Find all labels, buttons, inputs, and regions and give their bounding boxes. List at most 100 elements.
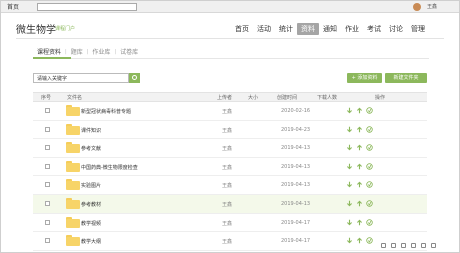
uploader: 王鑫 bbox=[222, 164, 233, 171]
uploader: 王鑫 bbox=[222, 239, 233, 246]
edit-icon[interactable] bbox=[366, 107, 373, 114]
row-checkbox[interactable] bbox=[45, 200, 50, 206]
download-icon[interactable] bbox=[346, 200, 353, 207]
table-row[interactable]: 实验图片 王鑫 2019-04-13 bbox=[33, 176, 427, 195]
upload-icon[interactable] bbox=[356, 181, 363, 188]
table-row[interactable]: 中国药典-微生物限度检查 王鑫 2019-04-13 bbox=[33, 158, 427, 177]
upload-icon[interactable] bbox=[356, 200, 363, 207]
download-icon[interactable] bbox=[346, 237, 353, 244]
tab-question-bank[interactable]: 题库 bbox=[67, 47, 87, 56]
edit-icon[interactable] bbox=[366, 200, 373, 207]
toolbar-icon[interactable] bbox=[381, 243, 386, 248]
nav-homework[interactable]: 作业 bbox=[341, 23, 363, 35]
download-icon[interactable] bbox=[346, 126, 353, 133]
tab-exam-bank[interactable]: 试卷库 bbox=[116, 47, 142, 56]
uploader: 王鑫 bbox=[222, 183, 233, 190]
created-date: 2019-04-17 bbox=[281, 219, 311, 226]
col-downloads: 下载人数 bbox=[317, 95, 338, 101]
edit-icon[interactable] bbox=[366, 163, 373, 170]
uploader: 王鑫 bbox=[222, 146, 233, 153]
table-row[interactable]: 课件知识 王鑫 2019-04-23 bbox=[33, 121, 427, 140]
toolbar-icon[interactable] bbox=[401, 243, 406, 248]
uploader: 王鑫 bbox=[222, 220, 233, 227]
uploader: 王鑫 bbox=[222, 109, 233, 115]
upload-icon[interactable] bbox=[356, 126, 363, 133]
row-checkbox[interactable] bbox=[45, 163, 50, 169]
download-icon[interactable] bbox=[346, 107, 353, 114]
row-checkbox[interactable] bbox=[45, 238, 50, 244]
file-name[interactable]: 教学大纲 bbox=[81, 238, 101, 245]
active-tab-indicator bbox=[33, 57, 71, 59]
table-row[interactable]: 教学大纲 王鑫 2019-04-17 bbox=[33, 232, 427, 251]
nav-manage[interactable]: 管理 bbox=[407, 23, 429, 35]
file-name[interactable]: 教学视频 bbox=[81, 220, 101, 227]
row-checkbox[interactable] bbox=[45, 219, 50, 225]
nav-home[interactable]: 首页 bbox=[231, 23, 253, 35]
main-nav: 首页 活动 统计 资料 通知 作业 考试 讨论 管理 bbox=[231, 23, 429, 35]
table-row[interactable]: 参考文献 王鑫 2019-04-13 bbox=[33, 139, 427, 158]
upload-icon[interactable] bbox=[356, 237, 363, 244]
keyword-search-input[interactable]: 请输入关键字 bbox=[33, 73, 129, 83]
row-checkbox[interactable] bbox=[45, 126, 50, 132]
col-index: 序号 bbox=[41, 95, 52, 101]
table-row[interactable]: 新型冠状病毒科普专题 王鑫 2020-02-16 bbox=[33, 102, 427, 121]
tab-homework-bank[interactable]: 作业库 bbox=[88, 47, 114, 56]
upload-icon[interactable] bbox=[356, 144, 363, 151]
toolbar-icon[interactable] bbox=[391, 243, 396, 248]
download-icon[interactable] bbox=[346, 181, 353, 188]
header-divider bbox=[16, 38, 444, 39]
avatar[interactable] bbox=[413, 3, 421, 11]
home-link[interactable]: 首页 bbox=[7, 2, 19, 11]
tab-course-materials[interactable]: 课程资料 bbox=[33, 47, 65, 56]
table-row[interactable]: 参考教材 王鑫 2019-04-13 bbox=[33, 194, 427, 214]
created-date: 2019-04-13 bbox=[281, 200, 311, 207]
nav-notice[interactable]: 通知 bbox=[319, 23, 341, 35]
file-name[interactable]: 参考教材 bbox=[81, 201, 101, 208]
nav-exam[interactable]: 考试 bbox=[363, 23, 385, 35]
edit-icon[interactable] bbox=[366, 144, 373, 151]
folder-icon bbox=[66, 179, 80, 191]
sub-tabs: 课程资料 | 题库 | 作业库 | 试卷库 bbox=[33, 47, 142, 57]
folder-icon bbox=[66, 235, 80, 247]
toolbar-icon[interactable] bbox=[421, 243, 426, 248]
download-icon[interactable] bbox=[346, 219, 353, 226]
search-icon[interactable] bbox=[129, 73, 140, 83]
global-search-input[interactable] bbox=[37, 3, 137, 11]
created-date: 2019-04-13 bbox=[281, 145, 311, 152]
file-name[interactable]: 新型冠状病毒科普专题 bbox=[81, 108, 131, 115]
row-checkbox[interactable] bbox=[45, 108, 50, 113]
upload-icon[interactable] bbox=[356, 107, 363, 114]
edit-icon[interactable] bbox=[366, 125, 373, 133]
uploader: 王鑫 bbox=[222, 127, 233, 134]
folder-icon bbox=[66, 142, 80, 154]
user-name[interactable]: 王鑫 bbox=[427, 3, 437, 10]
folder-icon bbox=[66, 160, 80, 172]
edit-icon[interactable] bbox=[366, 218, 373, 226]
row-checkbox[interactable] bbox=[45, 182, 50, 188]
edit-icon[interactable] bbox=[366, 181, 373, 189]
download-icon[interactable] bbox=[346, 163, 353, 170]
upload-icon[interactable] bbox=[356, 219, 363, 226]
edit-icon[interactable] bbox=[366, 237, 373, 244]
new-folder-button[interactable]: 新建文件夹 bbox=[385, 73, 427, 83]
nav-materials[interactable]: 资料 bbox=[297, 23, 319, 35]
toolbar-icon[interactable] bbox=[431, 243, 436, 248]
folder-icon bbox=[66, 105, 80, 116]
created-date: 2019-04-13 bbox=[281, 163, 311, 170]
col-created: 创建时间 bbox=[277, 95, 298, 101]
app-frame: 首页 王鑫 微生物学 课程门户 首页 活动 统计 资料 通知 作业 考试 讨论 … bbox=[0, 0, 460, 253]
toolbar-icon[interactable] bbox=[411, 243, 416, 248]
file-name[interactable]: 参考文献 bbox=[81, 145, 101, 152]
row-checkbox[interactable] bbox=[45, 145, 50, 151]
file-name[interactable]: 实验图片 bbox=[81, 182, 101, 189]
table-row[interactable]: 教学视频 王鑫 2019-04-17 bbox=[33, 214, 427, 233]
file-name[interactable]: 中国药典-微生物限度检查 bbox=[81, 164, 138, 171]
nav-stats[interactable]: 统计 bbox=[275, 23, 297, 35]
add-material-button[interactable]: + 添加资料 bbox=[347, 73, 382, 83]
nav-activity[interactable]: 活动 bbox=[253, 23, 275, 35]
download-icon[interactable] bbox=[346, 144, 353, 151]
course-subtitle: 课程门户 bbox=[55, 26, 76, 32]
upload-icon[interactable] bbox=[356, 163, 363, 170]
file-name[interactable]: 课件知识 bbox=[81, 127, 101, 134]
nav-discussion[interactable]: 讨论 bbox=[385, 23, 407, 35]
